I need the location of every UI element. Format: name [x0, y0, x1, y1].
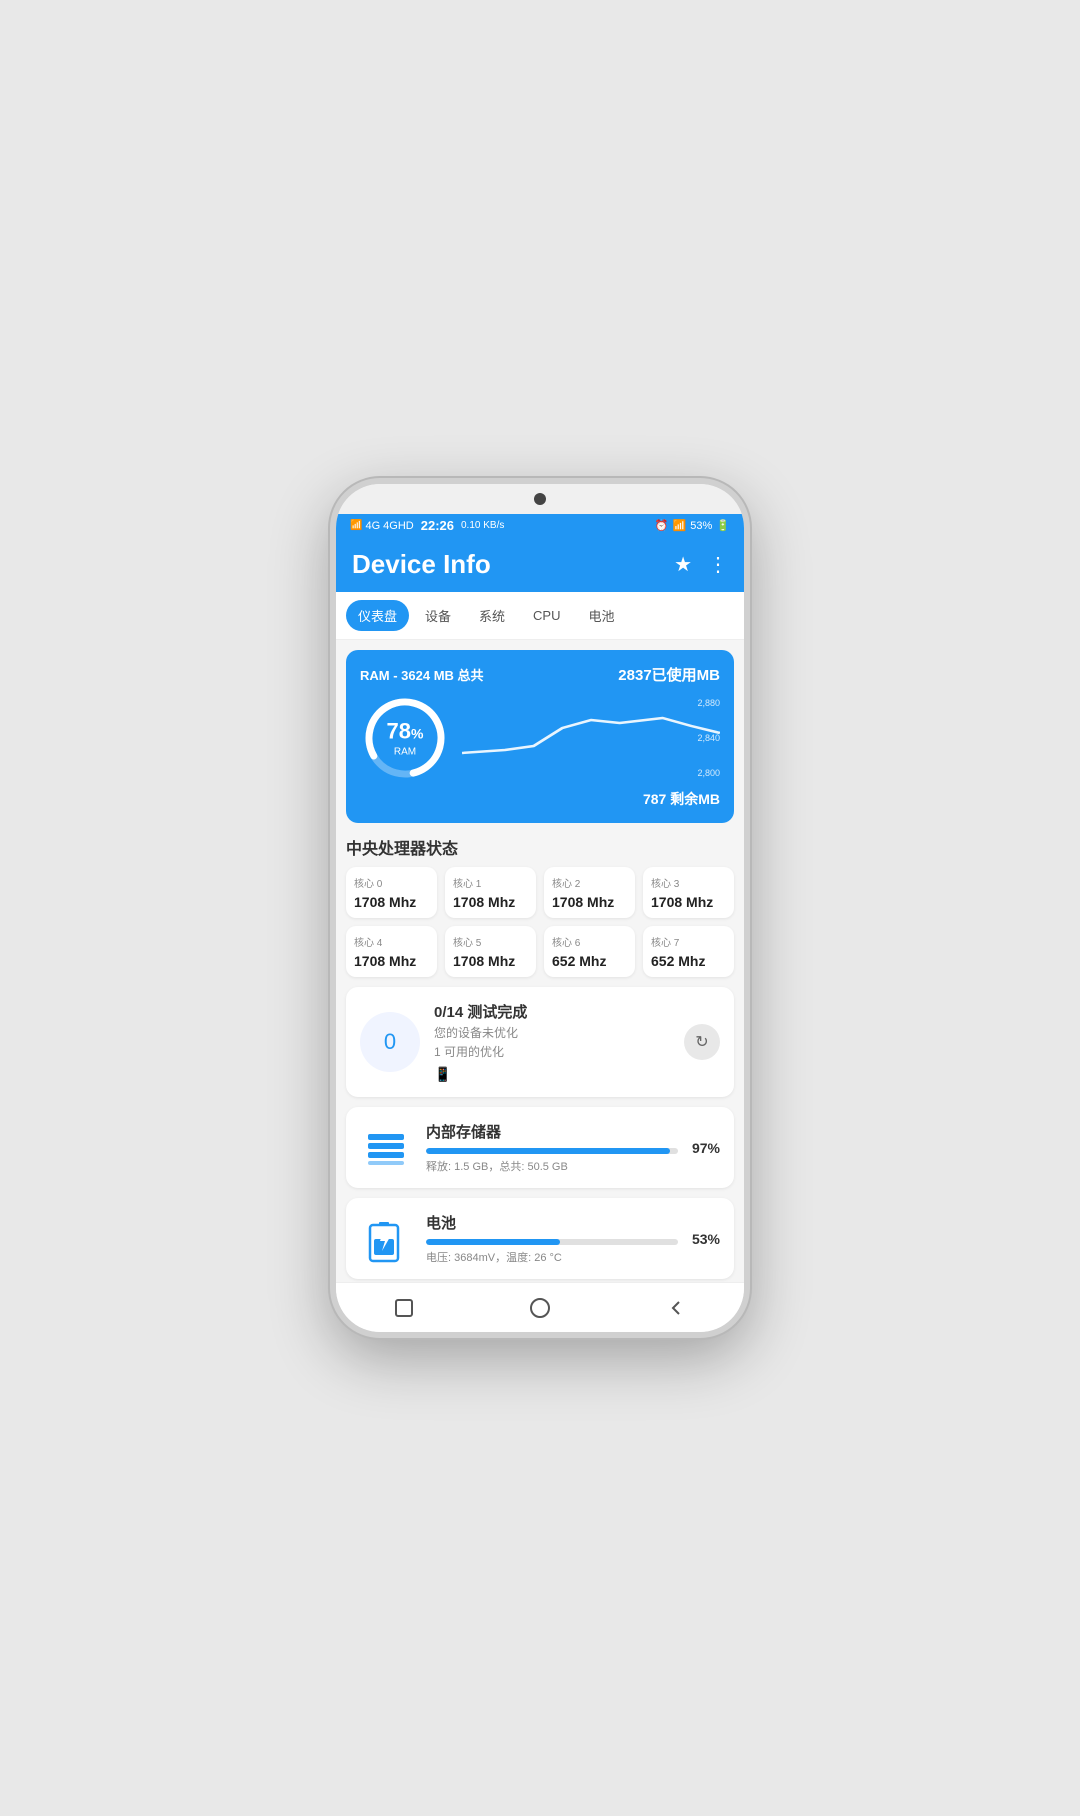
battery-icon: 🔋: [716, 519, 730, 532]
optimization-card: 0 0/14 测试完成 您的设备未优化 1 可用的优化 📱 ↻: [346, 987, 734, 1097]
storage-percent: 97%: [692, 1140, 720, 1156]
opt-info: 0/14 测试完成 您的设备未优化 1 可用的优化 📱: [434, 1001, 670, 1083]
battery-info: 电池 电压: 3684mV，温度: 26 °C: [426, 1212, 678, 1265]
cpu-core-6: 核心 6 652 Mhz: [544, 926, 635, 977]
battery-status: 53%: [690, 520, 712, 532]
cpu-core-2: 核心 2 1708 Mhz: [544, 867, 635, 918]
app-title: Device Info: [352, 549, 491, 580]
ram-circle-label: RAM: [387, 747, 424, 758]
cpu-grid: 核心 0 1708 Mhz 核心 1 1708 Mhz 核心 2 1708 Mh…: [346, 867, 734, 977]
ram-card: RAM - 3624 MB 总共 2837已使用MB 78% RAM: [346, 650, 734, 823]
storage-card: 内部存储器 释放: 1.5 GB，总共: 50.5 GB 97%: [346, 1107, 734, 1188]
tab-system[interactable]: 系统: [467, 600, 517, 631]
opt-phone-icon: 📱: [434, 1066, 670, 1083]
status-left: 📶 4G 4GHD 22:26 0.10 KB/s: [350, 518, 504, 533]
opt-sub1: 您的设备未优化: [434, 1024, 670, 1041]
wifi-icon: 📶: [673, 519, 687, 532]
alarm-icon: ⏰: [655, 519, 669, 532]
battery-title: 电池: [426, 1212, 678, 1233]
storage-progress-fill: [426, 1148, 670, 1154]
nav-recent-button[interactable]: [386, 1290, 422, 1326]
header-icons: ★ ⋮: [674, 552, 728, 577]
ram-remain: 787 剩余MB: [360, 789, 720, 809]
opt-sub2: 1 可用的优化: [434, 1043, 670, 1060]
ram-percent: 78%: [387, 719, 424, 745]
app-header: Device Info ★ ⋮: [336, 537, 744, 592]
tabs-bar: 仪表盘 设备 系统 CPU 电池: [336, 592, 744, 640]
nav-home-button[interactable]: [522, 1290, 558, 1326]
storage-sub: 释放: 1.5 GB，总共: 50.5 GB: [426, 1158, 678, 1174]
network-type: 4G 4GHD: [365, 520, 413, 532]
ram-used: 2837已使用MB: [618, 664, 720, 685]
tab-battery[interactable]: 电池: [577, 600, 627, 631]
nav-bar: [336, 1282, 744, 1332]
battery-sub: 电压: 3684mV，温度: 26 °C: [426, 1249, 678, 1265]
battery-icon: [360, 1213, 412, 1265]
ram-circle: 78% RAM: [360, 693, 450, 783]
signal-icon: 📶: [350, 520, 362, 531]
cpu-core-4: 核心 4 1708 Mhz: [346, 926, 437, 977]
tab-dashboard[interactable]: 仪表盘: [346, 600, 409, 631]
tab-cpu[interactable]: CPU: [521, 602, 572, 629]
battery-progress-fill: [426, 1239, 560, 1245]
menu-button[interactable]: ⋮: [708, 552, 728, 577]
ram-chart: 2,880 2,840 2,800: [462, 698, 720, 778]
status-bar: 📶 4G 4GHD 22:26 0.10 KB/s ⏰ 📶 53% 🔋: [336, 514, 744, 537]
cpu-core-3: 核心 3 1708 Mhz: [643, 867, 734, 918]
time: 22:26: [421, 518, 454, 533]
storage-progress-bg: [426, 1148, 678, 1154]
camera: [534, 493, 546, 505]
cpu-core-1: 核心 1 1708 Mhz: [445, 867, 536, 918]
cpu-core-5: 核心 5 1708 Mhz: [445, 926, 536, 977]
tab-device[interactable]: 设备: [413, 600, 463, 631]
scroll-area: RAM - 3624 MB 总共 2837已使用MB 78% RAM: [336, 640, 744, 1282]
storage-title: 内部存储器: [426, 1121, 678, 1142]
cpu-core-7: 核心 7 652 Mhz: [643, 926, 734, 977]
battery-percent: 53%: [692, 1231, 720, 1247]
refresh-button[interactable]: ↻: [684, 1024, 720, 1060]
status-right: ⏰ 📶 53% 🔋: [655, 519, 730, 532]
favorite-button[interactable]: ★: [674, 552, 692, 577]
opt-score-circle: 0: [360, 1012, 420, 1072]
storage-icon: [360, 1122, 412, 1174]
chart-labels: 2,880 2,840 2,800: [697, 698, 720, 778]
cpu-core-0: 核心 0 1708 Mhz: [346, 867, 437, 918]
battery-progress-bg: [426, 1239, 678, 1245]
nav-back-button[interactable]: [658, 1290, 694, 1326]
battery-card: 电池 电压: 3684mV，温度: 26 °C 53%: [346, 1198, 734, 1279]
cpu-section-title: 中央处理器状态: [346, 835, 734, 859]
speed: 0.10 KB/s: [461, 520, 504, 531]
storage-info: 内部存储器 释放: 1.5 GB，总共: 50.5 GB: [426, 1121, 678, 1174]
opt-title: 0/14 测试完成: [434, 1001, 670, 1022]
